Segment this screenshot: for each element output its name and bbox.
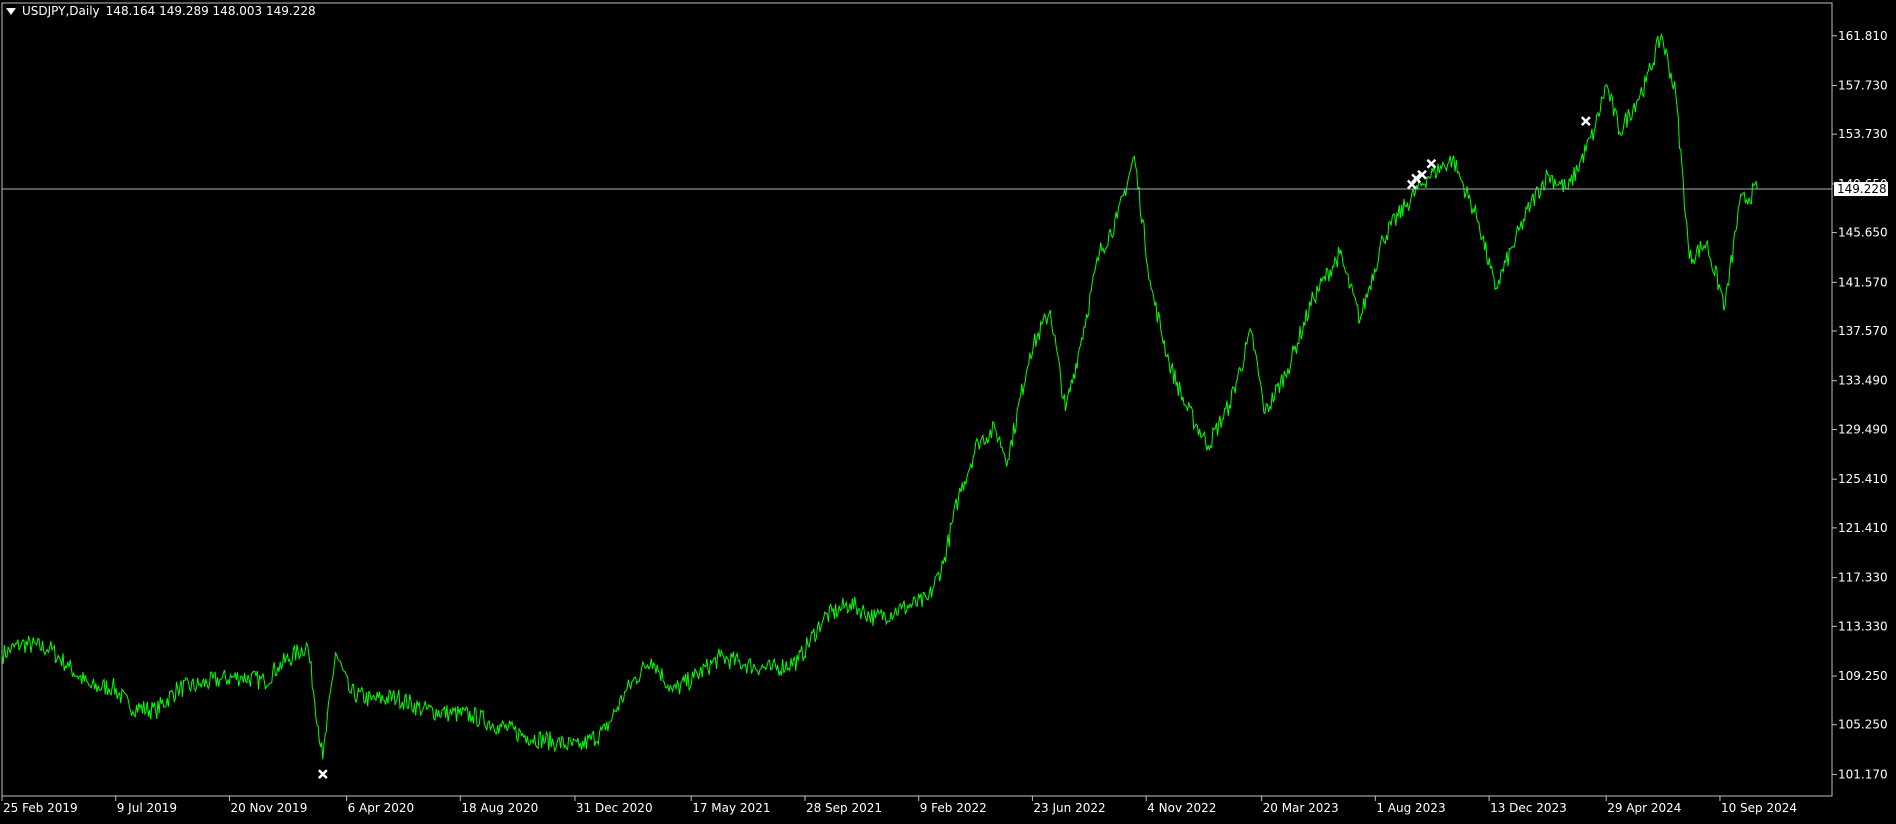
dropdown-triangle-icon[interactable]	[6, 7, 16, 15]
y-tick-label: 105.250	[1838, 718, 1888, 732]
x-tick-label: 6 Apr 2020	[348, 801, 415, 815]
y-tick-label: 129.490	[1838, 422, 1888, 436]
price-chart[interactable]: 161.810157.730153.730149.650145.650141.5…	[0, 0, 1896, 820]
y-tick-label: 113.330	[1838, 619, 1888, 633]
x-tick-label: 10 Sep 2024	[1721, 801, 1797, 815]
plot-frame	[1, 2, 1833, 797]
x-tick-label: 25 Feb 2019	[3, 801, 78, 815]
y-tick-label: 161.810	[1838, 29, 1888, 43]
y-tick-label: 125.410	[1838, 472, 1888, 486]
y-tick-label: 133.490	[1838, 374, 1888, 388]
x-tick-label: 1 Aug 2023	[1376, 801, 1445, 815]
x-tick-label: 23 Jun 2022	[1033, 801, 1105, 815]
chart-title-bar: USDJPY,Daily 148.164 149.289 148.003 149…	[6, 4, 316, 18]
y-tick-label: 145.650	[1838, 226, 1888, 240]
y-tick-label: 117.330	[1838, 571, 1888, 585]
y-tick-label: 141.570	[1838, 275, 1888, 289]
x-tick-label: 31 Dec 2020	[576, 801, 653, 815]
y-tick-label: 109.250	[1838, 669, 1888, 683]
x-tick-label: 17 May 2021	[692, 801, 770, 815]
x-tick-label: 29 Apr 2024	[1607, 801, 1681, 815]
ohlc-label: 148.164 149.289 148.003 149.228	[105, 4, 316, 18]
current-price-label: 149.228	[1837, 182, 1887, 196]
x-tick-label: 9 Feb 2022	[920, 801, 987, 815]
y-tick-label: 157.730	[1838, 78, 1888, 92]
price-series-line	[1, 32, 1758, 760]
y-tick-label: 121.410	[1838, 521, 1888, 535]
x-tick-label: 13 Dec 2023	[1490, 801, 1567, 815]
symbol-label: USDJPY,Daily	[22, 4, 100, 18]
x-tick-label: 20 Mar 2023	[1263, 801, 1339, 815]
x-tick-label: 20 Nov 2019	[230, 801, 307, 815]
trade-marker-icon[interactable]	[1426, 158, 1437, 169]
x-tick-label: 28 Sep 2021	[806, 801, 882, 815]
y-tick-label: 153.730	[1838, 127, 1888, 141]
x-tick-label: 18 Aug 2020	[461, 801, 538, 815]
x-tick-label: 9 Jul 2019	[117, 801, 177, 815]
y-tick-label: 101.170	[1838, 767, 1888, 781]
x-tick-label: 4 Nov 2022	[1147, 801, 1216, 815]
trade-marker-icon[interactable]	[1580, 116, 1591, 127]
chart-window[interactable]: USDJPY,Daily 148.164 149.289 148.003 149…	[0, 0, 1896, 820]
y-tick-label: 137.570	[1838, 324, 1888, 338]
trade-marker-icon[interactable]	[317, 769, 328, 779]
